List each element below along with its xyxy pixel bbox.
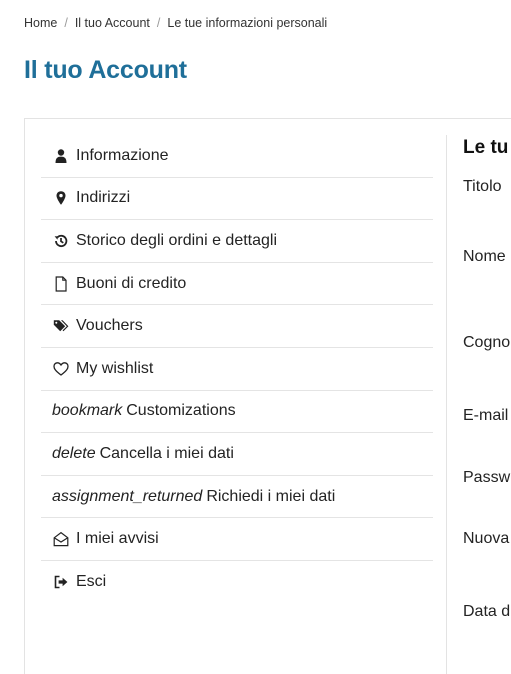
account-menu: Informazione Indirizzi Storico degli ord… — [41, 135, 433, 604]
menu-item-wishlist[interactable]: My wishlist — [41, 348, 433, 391]
menu-item-avvisi[interactable]: I miei avvisi — [41, 518, 433, 561]
menu-item-label: Cancella i miei dati — [99, 444, 234, 462]
menu-item-label: Indirizzi — [76, 189, 131, 207]
menu-item-esci[interactable]: Esci — [41, 561, 433, 604]
account-panel: Informazione Indirizzi Storico degli ord… — [24, 118, 511, 674]
bookmark-icon: bookmark — [52, 402, 123, 420]
delete-icon: delete — [52, 444, 96, 462]
form-title: Le tu — [463, 137, 509, 158]
menu-item-label: Informazione — [76, 146, 169, 164]
map-pin-icon — [52, 189, 70, 207]
label-data-nascita: Data d — [463, 603, 511, 620]
breadcrumb-separator: / — [156, 16, 161, 30]
tags-icon — [52, 317, 70, 335]
label-nuova-password: Nuova — [463, 530, 510, 547]
menu-item-storico-ordini[interactable]: Storico degli ordini e dettagli — [41, 220, 433, 263]
menu-item-richiedi-dati[interactable]: assignment_returned Richiedi i miei dati — [41, 476, 433, 519]
envelope-open-icon — [52, 530, 70, 548]
menu-item-cancella-dati[interactable]: delete Cancella i miei dati — [41, 433, 433, 476]
menu-item-vouchers[interactable]: Vouchers — [41, 305, 433, 348]
menu-item-label: Storico degli ordini e dettagli — [76, 231, 278, 249]
breadcrumb: Home / Il tuo Account / Le tue informazi… — [24, 16, 327, 30]
menu-item-label: Buoni di credito — [76, 274, 187, 292]
menu-item-label: I miei avvisi — [76, 530, 159, 548]
sign-out-icon — [52, 573, 70, 591]
breadcrumb-account[interactable]: Il tuo Account — [75, 16, 150, 30]
label-titolo: Titolo — [463, 178, 502, 195]
menu-item-label: Customizations — [126, 402, 236, 420]
breadcrumb-home[interactable]: Home — [24, 16, 57, 30]
user-icon — [52, 147, 70, 165]
breadcrumb-separator: / — [64, 16, 68, 30]
menu-item-label: Richiedi i miei dati — [206, 487, 336, 505]
history-icon — [52, 232, 70, 250]
menu-item-buoni-credito[interactable]: Buoni di credito — [41, 263, 433, 306]
menu-item-label: My wishlist — [76, 359, 154, 377]
label-cognome: Cogno — [463, 334, 511, 351]
heart-icon — [52, 360, 70, 378]
menu-item-label: Vouchers — [76, 317, 143, 335]
menu-item-customizations[interactable]: bookmark Customizations — [41, 391, 433, 434]
file-icon — [52, 275, 70, 293]
column-divider — [446, 135, 447, 674]
menu-item-informazione[interactable]: Informazione — [41, 135, 433, 178]
label-email: E-mail — [463, 407, 509, 424]
breadcrumb-current: Le tue informazioni personali — [167, 16, 328, 30]
label-nome: Nome — [463, 248, 506, 265]
menu-item-label: Esci — [76, 573, 107, 591]
label-password: Passw — [463, 469, 511, 486]
assignment-returned-icon: assignment_returned — [52, 487, 203, 505]
menu-item-indirizzi[interactable]: Indirizzi — [41, 178, 433, 221]
page-title: Il tuo Account — [24, 56, 187, 84]
